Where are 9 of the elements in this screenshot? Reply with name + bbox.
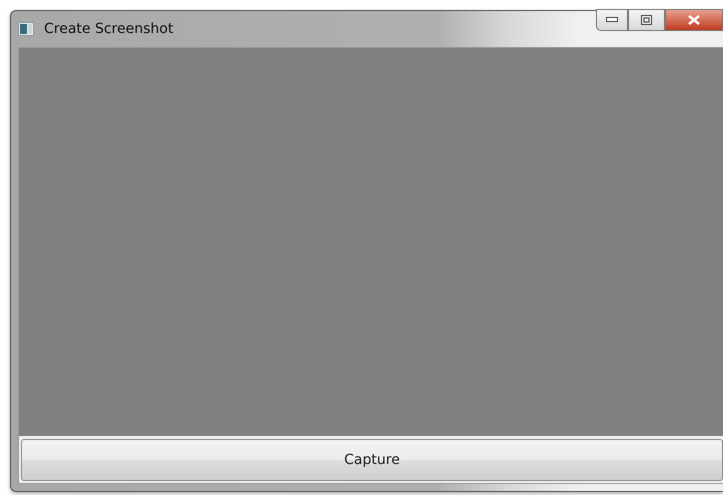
maximize-button[interactable]: [628, 9, 665, 31]
minimize-icon: [606, 17, 618, 23]
close-icon: [688, 15, 700, 25]
restore-icon: [641, 15, 652, 25]
capture-button[interactable]: Capture: [21, 439, 723, 481]
minimize-button[interactable]: [596, 9, 628, 31]
close-button[interactable]: [665, 9, 723, 31]
window-icon: [18, 22, 34, 36]
window-title: Create Screenshot: [44, 21, 174, 37]
